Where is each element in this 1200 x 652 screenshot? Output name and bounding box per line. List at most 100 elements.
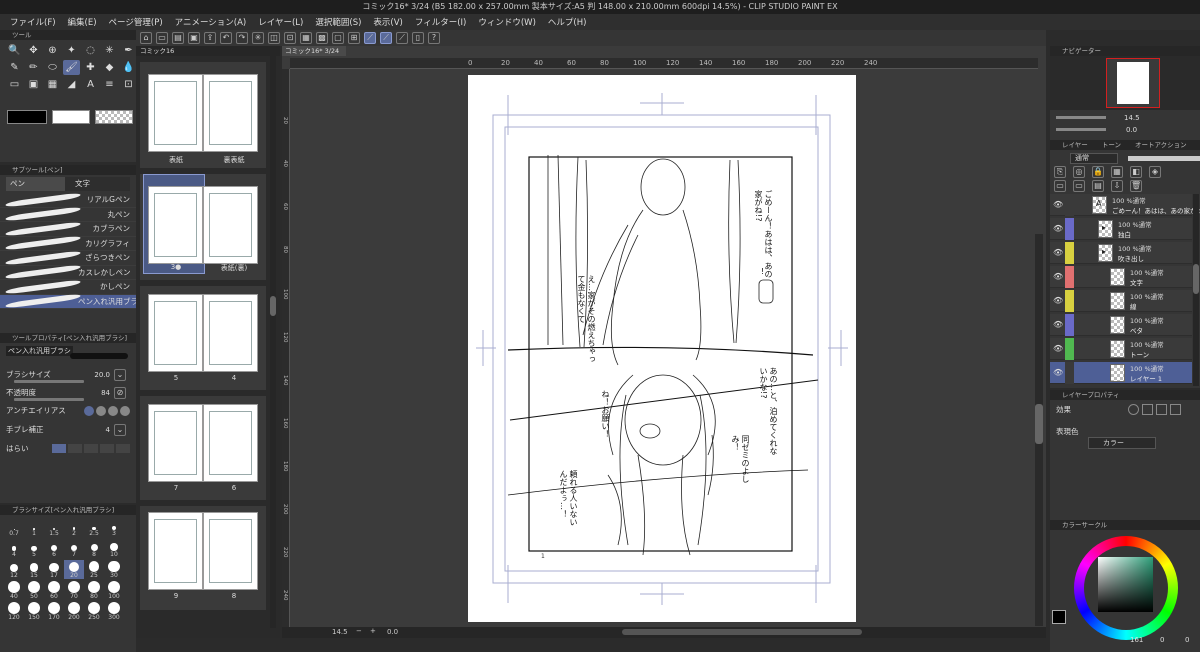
stabilization-row[interactable]: 手ブレ補正 4 ⌄ <box>0 420 136 439</box>
eye-icon[interactable]: 👁 <box>1053 200 1063 209</box>
crop-icon[interactable]: ⊡ <box>284 32 296 44</box>
pencil-tool-icon[interactable]: ✏ <box>25 60 42 75</box>
lasso-icon[interactable]: ◌ <box>82 43 99 58</box>
page-spread[interactable]: 3● 表紙(裏) <box>140 174 266 280</box>
fill-tool-icon[interactable]: 💧 <box>120 60 137 75</box>
taper-row[interactable]: はらい <box>0 439 136 458</box>
menu-animation[interactable]: アニメーション(A) <box>175 16 247 28</box>
zoom-out-icon[interactable]: − <box>356 627 362 635</box>
main-color-swatch-small[interactable] <box>1052 610 1066 624</box>
eye-icon[interactable]: 👁 <box>1053 320 1063 329</box>
layer-row[interactable]: 👁 100 %通常 独白 ▸ <box>1050 218 1192 240</box>
canvas-scrollbar-h[interactable] <box>622 629 862 635</box>
layer-row[interactable]: 👁 100 %通常 レイヤー 1 <box>1050 362 1192 384</box>
layer-scrollbar[interactable] <box>1193 194 1199 386</box>
transparent-swatch[interactable] <box>95 110 133 124</box>
brush-size-option[interactable]: 2 <box>64 518 84 537</box>
angle-value[interactable]: 0.0 <box>387 628 398 636</box>
brush-size-option[interactable]: 150 <box>24 602 44 621</box>
figure-tool-icon[interactable]: ▦ <box>44 77 61 92</box>
eraser-tool-icon[interactable]: ⬭ <box>44 60 61 75</box>
layer-move-icon[interactable]: ✦ <box>63 43 80 58</box>
brush-size-option[interactable]: 4 <box>4 539 24 558</box>
snap-ruler-icon[interactable]: ⟋ <box>364 32 376 44</box>
eye-icon[interactable]: 👁 <box>1053 272 1063 281</box>
select-all-icon[interactable]: ◫ <box>268 32 280 44</box>
brush-tool-icon[interactable]: 🖌 <box>63 60 80 75</box>
brush-item-selected[interactable]: ペン入れ汎用ブラシ <box>0 293 136 310</box>
operation-tool-icon[interactable]: ⊕ <box>44 43 61 58</box>
brush-size-option[interactable]: 30 <box>104 560 124 579</box>
main-color-swatch[interactable] <box>7 110 47 124</box>
auto-select-icon[interactable]: ✳ <box>101 43 118 58</box>
redo-icon[interactable]: ↷ <box>236 32 248 44</box>
text-tool-icon[interactable]: A <box>82 77 99 92</box>
menu-file[interactable]: ファイル(F) <box>10 16 56 28</box>
page-spread[interactable]: 5 4 <box>140 286 266 390</box>
blend-tool-icon[interactable]: ◆ <box>101 60 118 75</box>
frame-tool-icon[interactable]: ▭ <box>6 77 23 92</box>
brush-size-option[interactable]: 120 <box>4 602 24 621</box>
brush-size-option[interactable]: 10 <box>104 539 124 558</box>
eyedropper-icon[interactable]: ✒ <box>120 43 137 58</box>
speech-text[interactable]: 頼れる人いないんだよぅ…！ <box>538 470 578 530</box>
decoration-tool-icon[interactable]: ✚ <box>82 60 99 75</box>
navigator-angle-slider[interactable] <box>1056 128 1106 131</box>
subtool-tab-pen[interactable]: ペン <box>6 177 65 191</box>
new-vector-icon[interactable]: ▭ <box>1073 180 1085 192</box>
menu-edit[interactable]: 編集(E) <box>68 16 97 28</box>
brush-size-option[interactable]: 80 <box>84 581 104 600</box>
open-icon[interactable]: ▤ <box>172 32 184 44</box>
layer-tab[interactable]: レイヤー <box>1062 140 1088 150</box>
page-manager-tab[interactable]: コミック16 <box>136 46 280 56</box>
brush-size-option[interactable]: 1 <box>24 518 44 537</box>
brush-size-option[interactable]: 300 <box>104 602 124 621</box>
page-scrollbar[interactable] <box>270 56 276 628</box>
mask-icon[interactable]: ◧ <box>1130 166 1142 178</box>
brush-item[interactable]: カブラペン <box>0 220 136 237</box>
brush-size-option[interactable]: 0.7 <box>4 518 24 537</box>
border-icon[interactable]: ▢ <box>332 32 344 44</box>
blend-mode-select[interactable]: 通常 <box>1070 153 1118 164</box>
menu-page[interactable]: ページ管理(P) <box>109 16 163 28</box>
canvas-scrollbar-v[interactable] <box>1035 234 1043 626</box>
brush-size-option[interactable]: 7 <box>64 539 84 558</box>
speech-text[interactable]: 同ゼミのよしみ！ <box>726 435 750 495</box>
brush-size-option[interactable]: 1.5 <box>44 518 64 537</box>
speech-text[interactable]: ごめーん！あはは、あの家がね!? <box>733 190 773 280</box>
effect-extract-icon[interactable] <box>1170 404 1181 415</box>
brush-size-option[interactable]: 25 <box>84 560 104 579</box>
brush-item[interactable]: カリグラフィ <box>0 235 136 252</box>
merge-down-icon[interactable]: ⇩ <box>1111 180 1123 192</box>
menu-select[interactable]: 選択範囲(S) <box>315 16 361 28</box>
antialias-row[interactable]: アンチエイリアス <box>0 401 136 420</box>
brush-size-option[interactable]: 20 <box>64 560 84 579</box>
subtool-tab-text[interactable]: 文字 <box>65 177 130 191</box>
clip-icon[interactable]: ⎘ <box>1054 166 1066 178</box>
eye-icon[interactable]: 👁 <box>1053 248 1063 257</box>
save-icon[interactable]: ▣ <box>188 32 200 44</box>
brush-size-option[interactable]: 60 <box>44 581 64 600</box>
brush-size-option[interactable]: 200 <box>64 602 84 621</box>
layer-row[interactable]: 👁 100 %通常 文字 <box>1050 266 1192 288</box>
brush-item[interactable]: 丸ペン <box>0 206 136 223</box>
sub-color-swatch[interactable] <box>52 110 90 124</box>
layer-row[interactable]: 👁 100 %通常 吹き出し ▸ <box>1050 242 1192 264</box>
brush-size-option[interactable]: 100 <box>104 581 124 600</box>
page-spread[interactable]: 7 6 <box>140 396 266 500</box>
deselect-icon[interactable]: ✳ <box>252 32 264 44</box>
brush-size-option[interactable]: 8 <box>84 539 104 558</box>
page-spread[interactable]: 表紙 裏表紙 <box>140 62 266 168</box>
eye-icon[interactable]: 👁 <box>1053 224 1063 233</box>
snap-special-icon[interactable]: ⟋ <box>380 32 392 44</box>
brush-size-option[interactable]: 17 <box>44 560 64 579</box>
brush-size-option[interactable]: 170 <box>44 602 64 621</box>
new-icon[interactable]: ▭ <box>156 32 168 44</box>
balloon-tool-icon[interactable]: ≡ <box>101 77 118 92</box>
layer-row[interactable]: 👁 100 %通常 ベタ <box>1050 314 1192 336</box>
device-icon[interactable]: ▯ <box>412 32 424 44</box>
layer-opacity-slider[interactable] <box>1128 156 1200 161</box>
brush-item[interactable]: カスレかしペン <box>0 264 136 281</box>
home-icon[interactable]: ⌂ <box>140 32 152 44</box>
effect-color-icon[interactable] <box>1156 404 1167 415</box>
